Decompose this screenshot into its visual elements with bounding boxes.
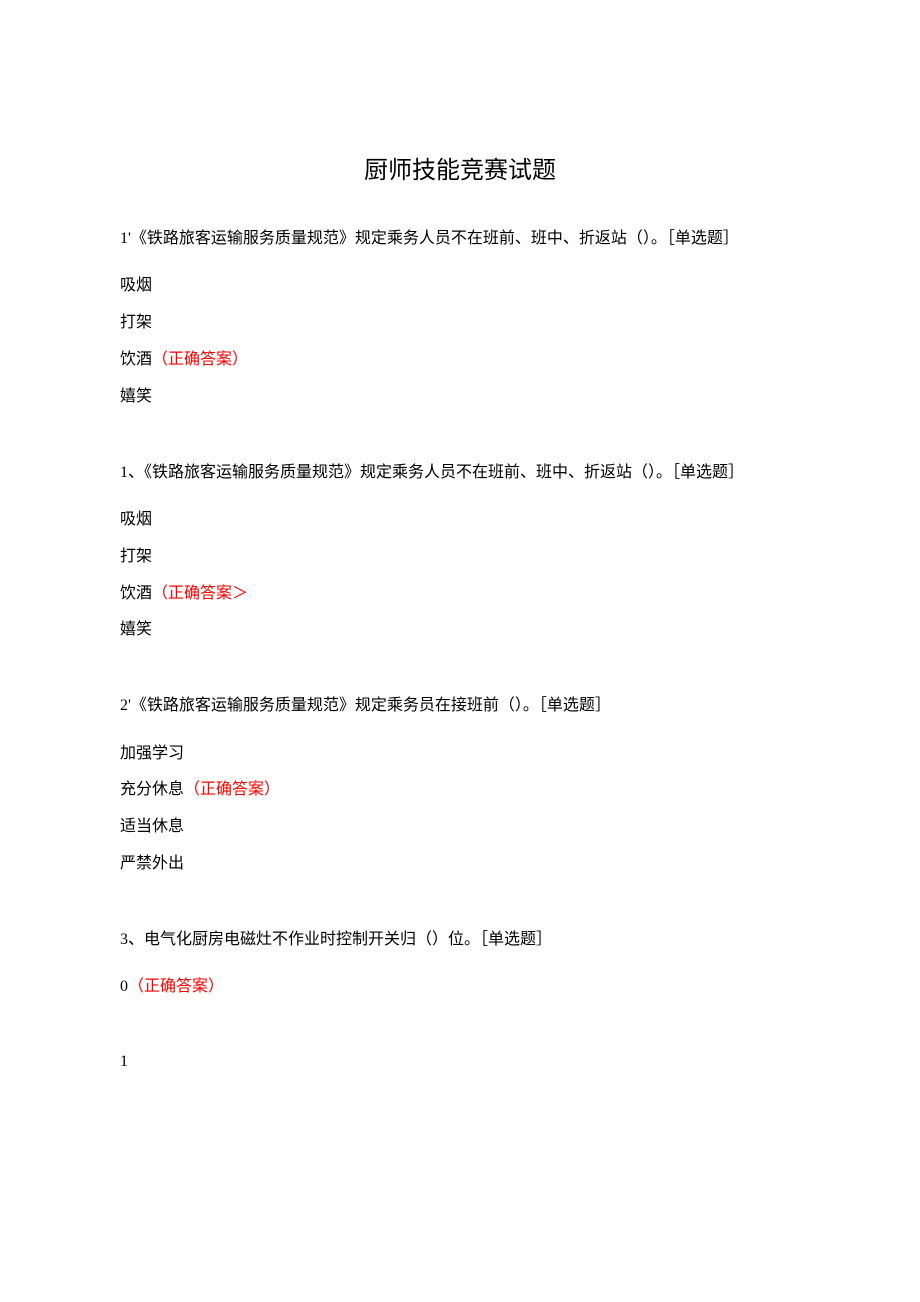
option-c: 饮酒（正确答案＞ (120, 576, 800, 613)
correct-marker: （正确答案＞ (152, 585, 248, 602)
question-2-prime: 2'《铁路旅客运输服务质量规范》规定乘务员在接班前（）。［单选题］ 加强学习 充… (120, 687, 800, 883)
question-body: 《铁路旅客运输服务质量规范》规定乘务人员不在班前、班中、折返站（）。［单选题］ (144, 464, 744, 481)
question-3: 3、电气化厨房电磁灶不作业时控制开关归（）位。［单选题］ 0（正确答案） (120, 921, 800, 1006)
correct-marker: （正确答案） (128, 978, 224, 995)
question-body: 《铁路旅客运输服务质量规范》规定乘务人员不在班前、班中、折返站（）。［单选题］ (131, 230, 739, 247)
question-text: 1、《铁路旅客运输服务质量规范》规定乘务人员不在班前、班中、折返站（）。［单选题… (120, 454, 800, 492)
option-d: 嬉笑 (120, 612, 800, 649)
document-title: 厨师技能竞赛试题 (120, 150, 800, 185)
option-c: 适当休息 (120, 809, 800, 846)
option-b: 打架 (120, 305, 800, 342)
option-d: 嬉笑 (120, 379, 800, 416)
correct-marker: （正确答案） (184, 781, 280, 798)
question-text: 3、电气化厨房电磁灶不作业时控制开关归（）位。［单选题］ (120, 921, 800, 959)
question-number: 2' (120, 697, 131, 714)
option-a: 0（正确答案） (120, 969, 800, 1006)
option-a: 加强学习 (120, 736, 800, 773)
option-b: 充分休息（正确答案） (120, 772, 800, 809)
question-number: 3、 (120, 931, 144, 948)
option-a: 吸烟 (120, 268, 800, 305)
option-a: 吸烟 (120, 502, 800, 539)
question-number: 1、 (120, 464, 144, 481)
question-body: 《铁路旅客运输服务质量规范》规定乘务员在接班前（）。［单选题］ (131, 697, 611, 714)
question-text: 1'《铁路旅客运输服务质量规范》规定乘务人员不在班前、班中、折返站（）。［单选题… (120, 220, 800, 258)
correct-marker: （正确答案） (152, 351, 248, 368)
question-body: 电气化厨房电磁灶不作业时控制开关归（）位。［单选题］ (144, 931, 552, 948)
trailing-option: 1 (120, 1044, 800, 1081)
option-b: 打架 (120, 539, 800, 576)
question-1: 1、《铁路旅客运输服务质量规范》规定乘务人员不在班前、班中、折返站（）。［单选题… (120, 454, 800, 650)
option-d: 严禁外出 (120, 846, 800, 883)
question-text: 2'《铁路旅客运输服务质量规范》规定乘务员在接班前（）。［单选题］ (120, 687, 800, 725)
question-1-prime: 1'《铁路旅客运输服务质量规范》规定乘务人员不在班前、班中、折返站（）。［单选题… (120, 220, 800, 416)
question-number: 1' (120, 230, 131, 247)
option-c: 饮酒（正确答案） (120, 342, 800, 379)
